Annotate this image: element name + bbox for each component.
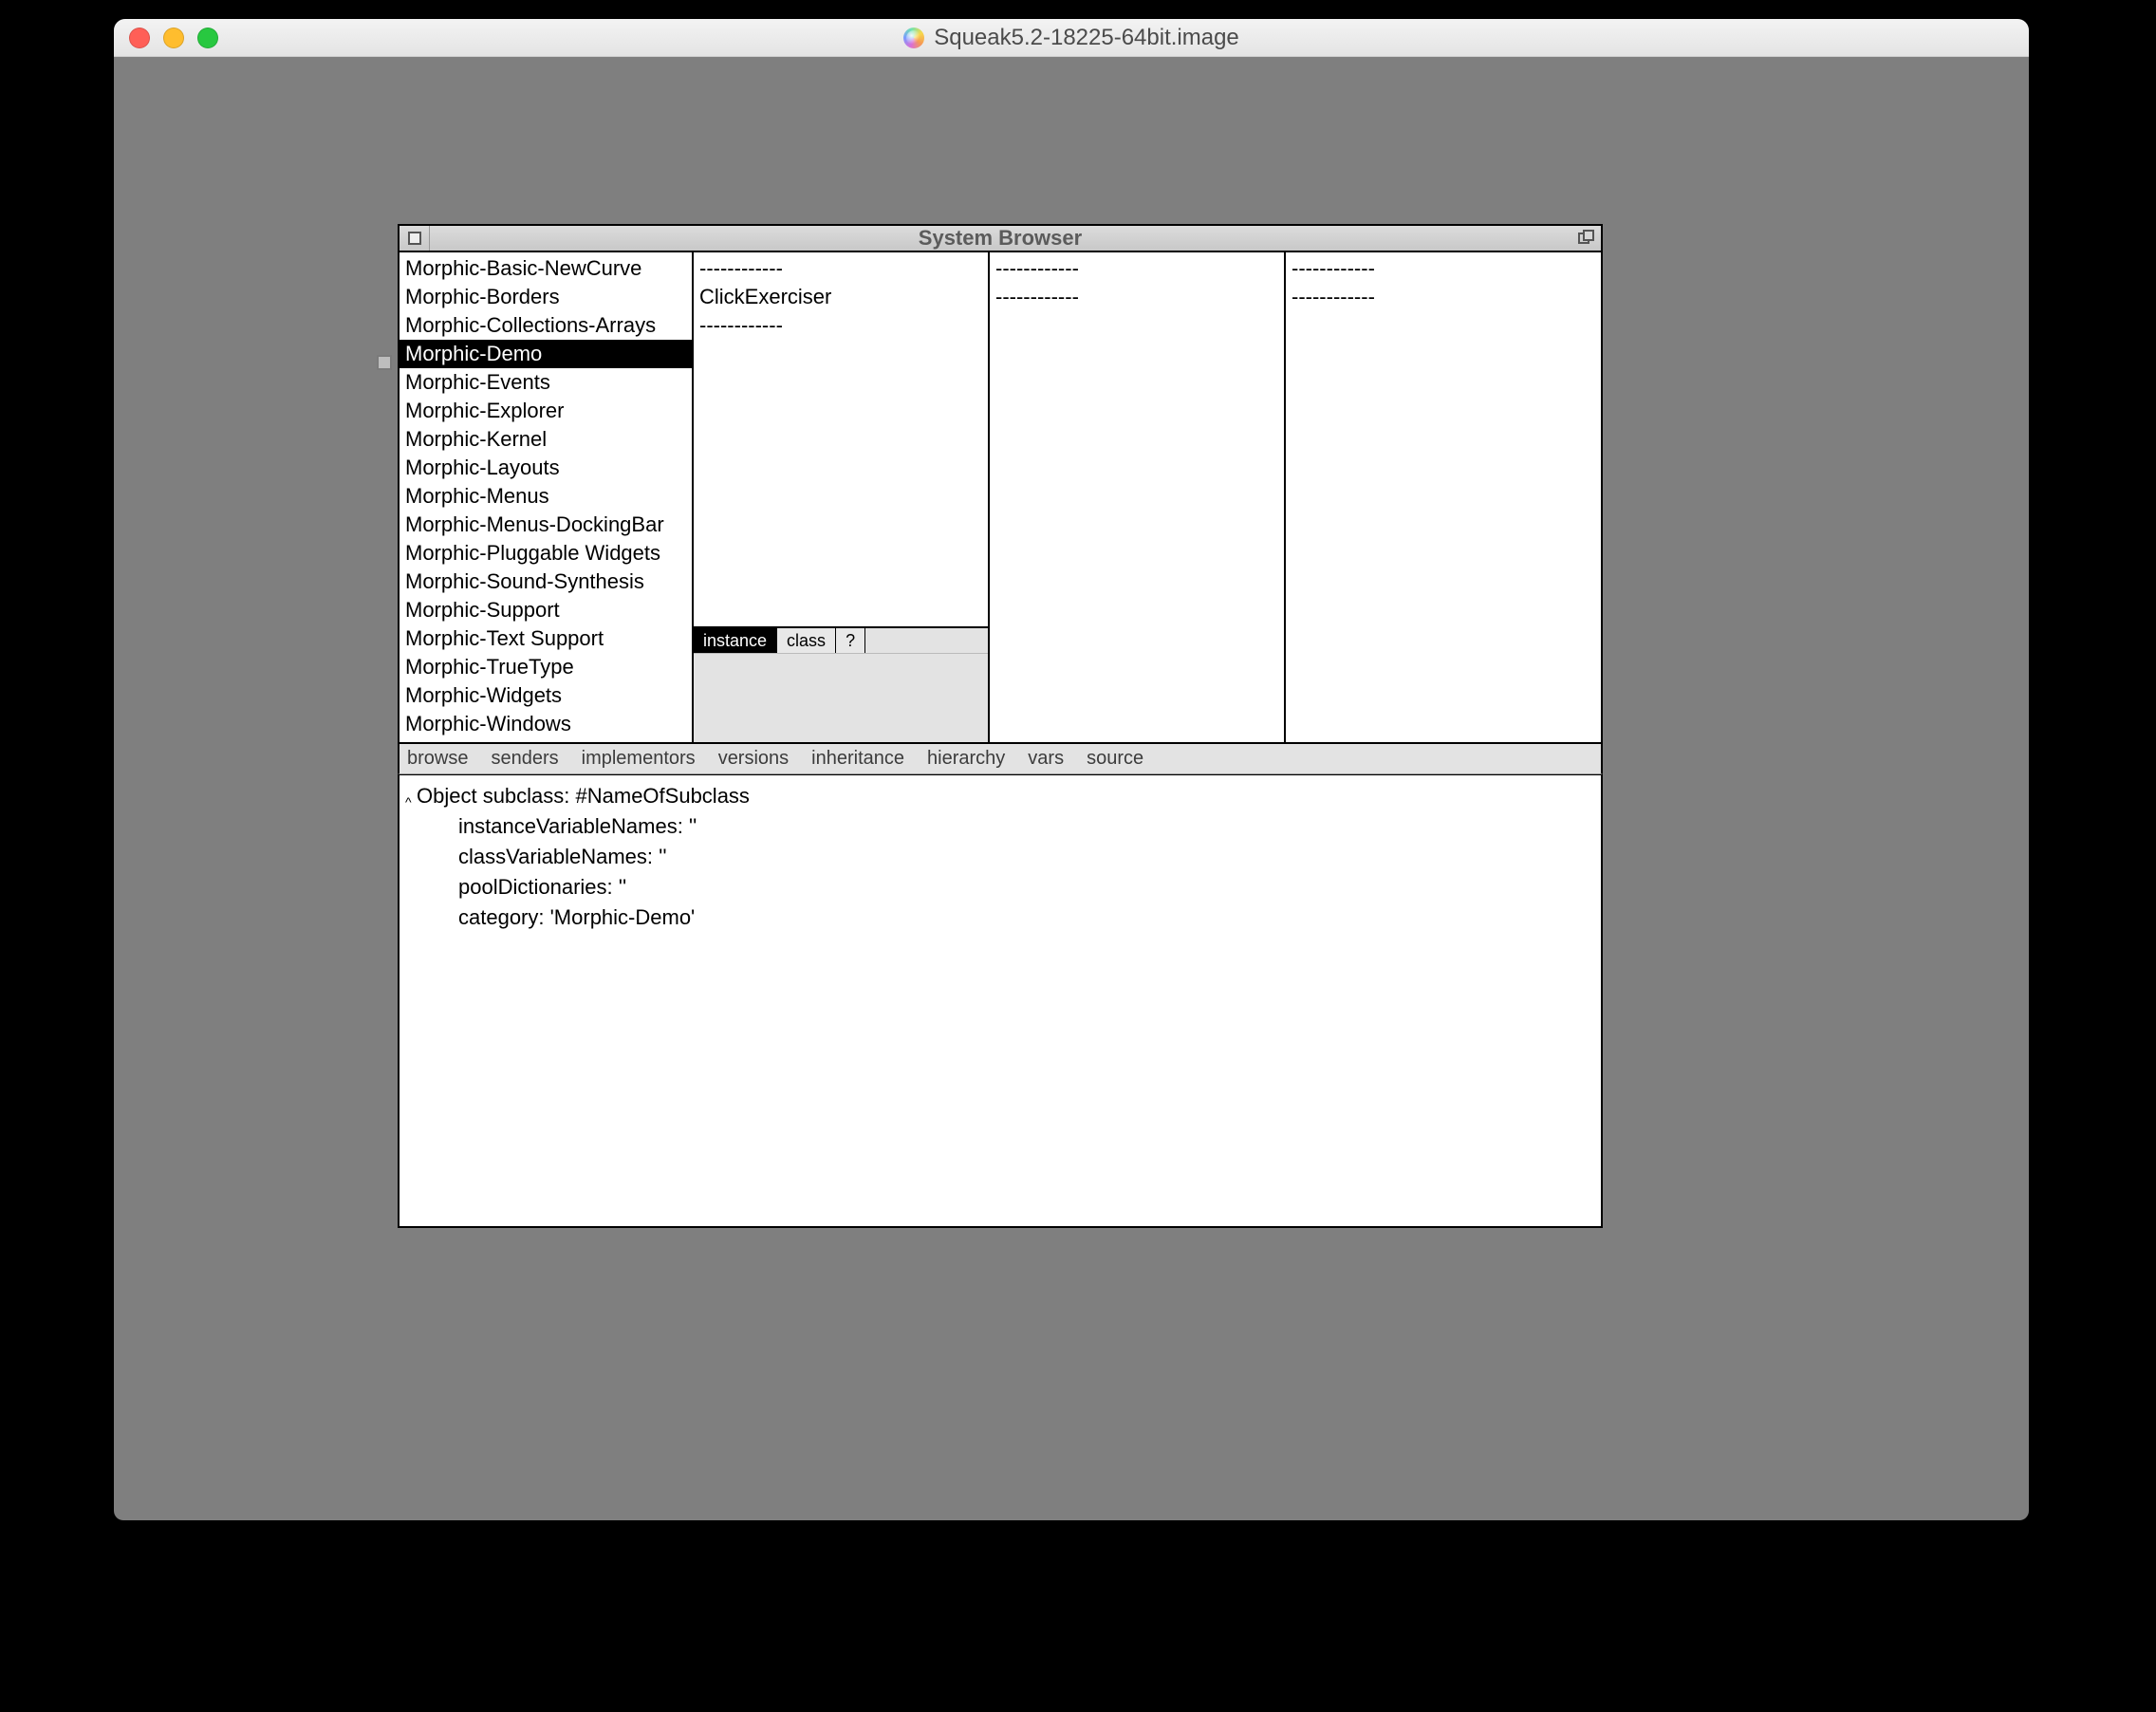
class-button[interactable]: class [777, 628, 836, 653]
browser-panes: Morphic-Basic-NewCurve Morphic-Borders M… [398, 252, 1603, 744]
query-button[interactable]: ? [836, 628, 865, 653]
browser-action-strip: browse senders implementors versions inh… [398, 744, 1603, 774]
mac-window-title-text: Squeak5.2-18225-64bit.image [934, 25, 1239, 51]
category-item[interactable]: Morphic-Sound-Synthesis [400, 568, 692, 596]
code-line: category: 'Morphic-Demo' [417, 903, 1588, 933]
category-item[interactable]: Morphic-Widgets [400, 681, 692, 710]
category-item[interactable]: Morphic-Explorer [400, 397, 692, 425]
instance-class-switch: instance class ? [694, 626, 988, 653]
category-item[interactable]: Morphic-Events [400, 368, 692, 397]
source-button[interactable]: source [1087, 748, 1143, 770]
method-item[interactable]: ------------ [1286, 254, 1601, 283]
class-item[interactable]: ------------ [694, 311, 988, 340]
window-menu-icon [408, 232, 421, 245]
protocol-pane[interactable]: ------------ ------------ [990, 252, 1286, 742]
window-collapse-button[interactable] [1576, 228, 1597, 249]
category-item[interactable]: Morphic-Support [400, 596, 692, 624]
class-item[interactable]: ClickExerciser [694, 283, 988, 311]
hierarchy-button[interactable]: hierarchy [927, 748, 1005, 770]
protocol-list[interactable]: ------------ ------------ [990, 252, 1284, 311]
category-list[interactable]: Morphic-Basic-NewCurve Morphic-Borders M… [400, 252, 692, 738]
category-item[interactable]: Morphic-Borders [400, 283, 692, 311]
category-item[interactable]: Morphic-Text Support [400, 624, 692, 653]
method-list[interactable]: ------------ ------------ [1286, 252, 1601, 311]
system-browser-window[interactable]: System Browser Morphic-Basic-NewCurve Mo… [398, 224, 1603, 1228]
category-item[interactable]: Morphic-Collections-Arrays [400, 311, 692, 340]
protocol-item[interactable]: ------------ [990, 283, 1284, 311]
method-item[interactable]: ------------ [1286, 283, 1601, 311]
implementors-button[interactable]: implementors [582, 748, 696, 770]
versions-button[interactable]: versions [718, 748, 789, 770]
mac-window-title: Squeak5.2-18225-64bit.image [903, 25, 1239, 51]
class-item[interactable]: ------------ [694, 254, 988, 283]
code-line: classVariableNames: '' [417, 842, 1588, 872]
mac-titlebar: Squeak5.2-18225-64bit.image [114, 19, 2029, 57]
code-line: instanceVariableNames: '' [417, 811, 1588, 842]
code-line: poolDictionaries: '' [417, 872, 1588, 903]
senders-button[interactable]: senders [491, 748, 558, 770]
category-pane[interactable]: Morphic-Basic-NewCurve Morphic-Borders M… [400, 252, 694, 742]
host-window: Squeak5.2-18225-64bit.image System Brows… [114, 19, 2029, 1520]
class-pane[interactable]: ------------ ClickExerciser ------------… [694, 252, 990, 742]
method-pane[interactable]: ------------ ------------ [1286, 252, 1601, 742]
collapse-icon [1578, 230, 1595, 247]
code-line: Object subclass: #NameOfSubclass [417, 781, 1588, 811]
category-item[interactable]: Morphic-Windows [400, 710, 692, 738]
window-menu-button[interactable] [400, 226, 430, 251]
system-browser-titlebar[interactable]: System Browser [398, 224, 1603, 252]
category-item[interactable]: Morphic-Kernel [400, 425, 692, 454]
zoom-window-button[interactable] [197, 28, 218, 48]
browse-button[interactable]: browse [407, 748, 468, 770]
category-item-selected[interactable]: Morphic-Demo [400, 340, 692, 368]
close-window-button[interactable] [129, 28, 150, 48]
category-item[interactable]: Morphic-Pluggable Widgets [400, 539, 692, 568]
switch-fill [865, 628, 988, 653]
vars-button[interactable]: vars [1028, 748, 1064, 770]
class-list[interactable]: ------------ ClickExerciser ------------ [694, 252, 988, 340]
system-browser-title: System Browser [400, 226, 1601, 251]
squeak-app-icon [903, 28, 924, 48]
category-item[interactable]: Morphic-Menus [400, 482, 692, 511]
category-item[interactable]: Morphic-TrueType [400, 653, 692, 681]
inheritance-button[interactable]: inheritance [811, 748, 904, 770]
instance-button[interactable]: instance [694, 628, 777, 653]
category-item[interactable]: Morphic-Menus-DockingBar [400, 511, 692, 539]
class-pane-footer [694, 653, 988, 742]
category-item[interactable]: Morphic-Layouts [400, 454, 692, 482]
selection-handle[interactable] [377, 355, 392, 370]
category-item[interactable]: Morphic-Basic-NewCurve [400, 254, 692, 283]
protocol-item[interactable]: ------------ [990, 254, 1284, 283]
traffic-lights [129, 28, 218, 48]
code-pane[interactable]: ^ Object subclass: #NameOfSubclass insta… [398, 774, 1603, 1228]
minimize-window-button[interactable] [163, 28, 184, 48]
caret-icon: ^ [405, 787, 412, 817]
